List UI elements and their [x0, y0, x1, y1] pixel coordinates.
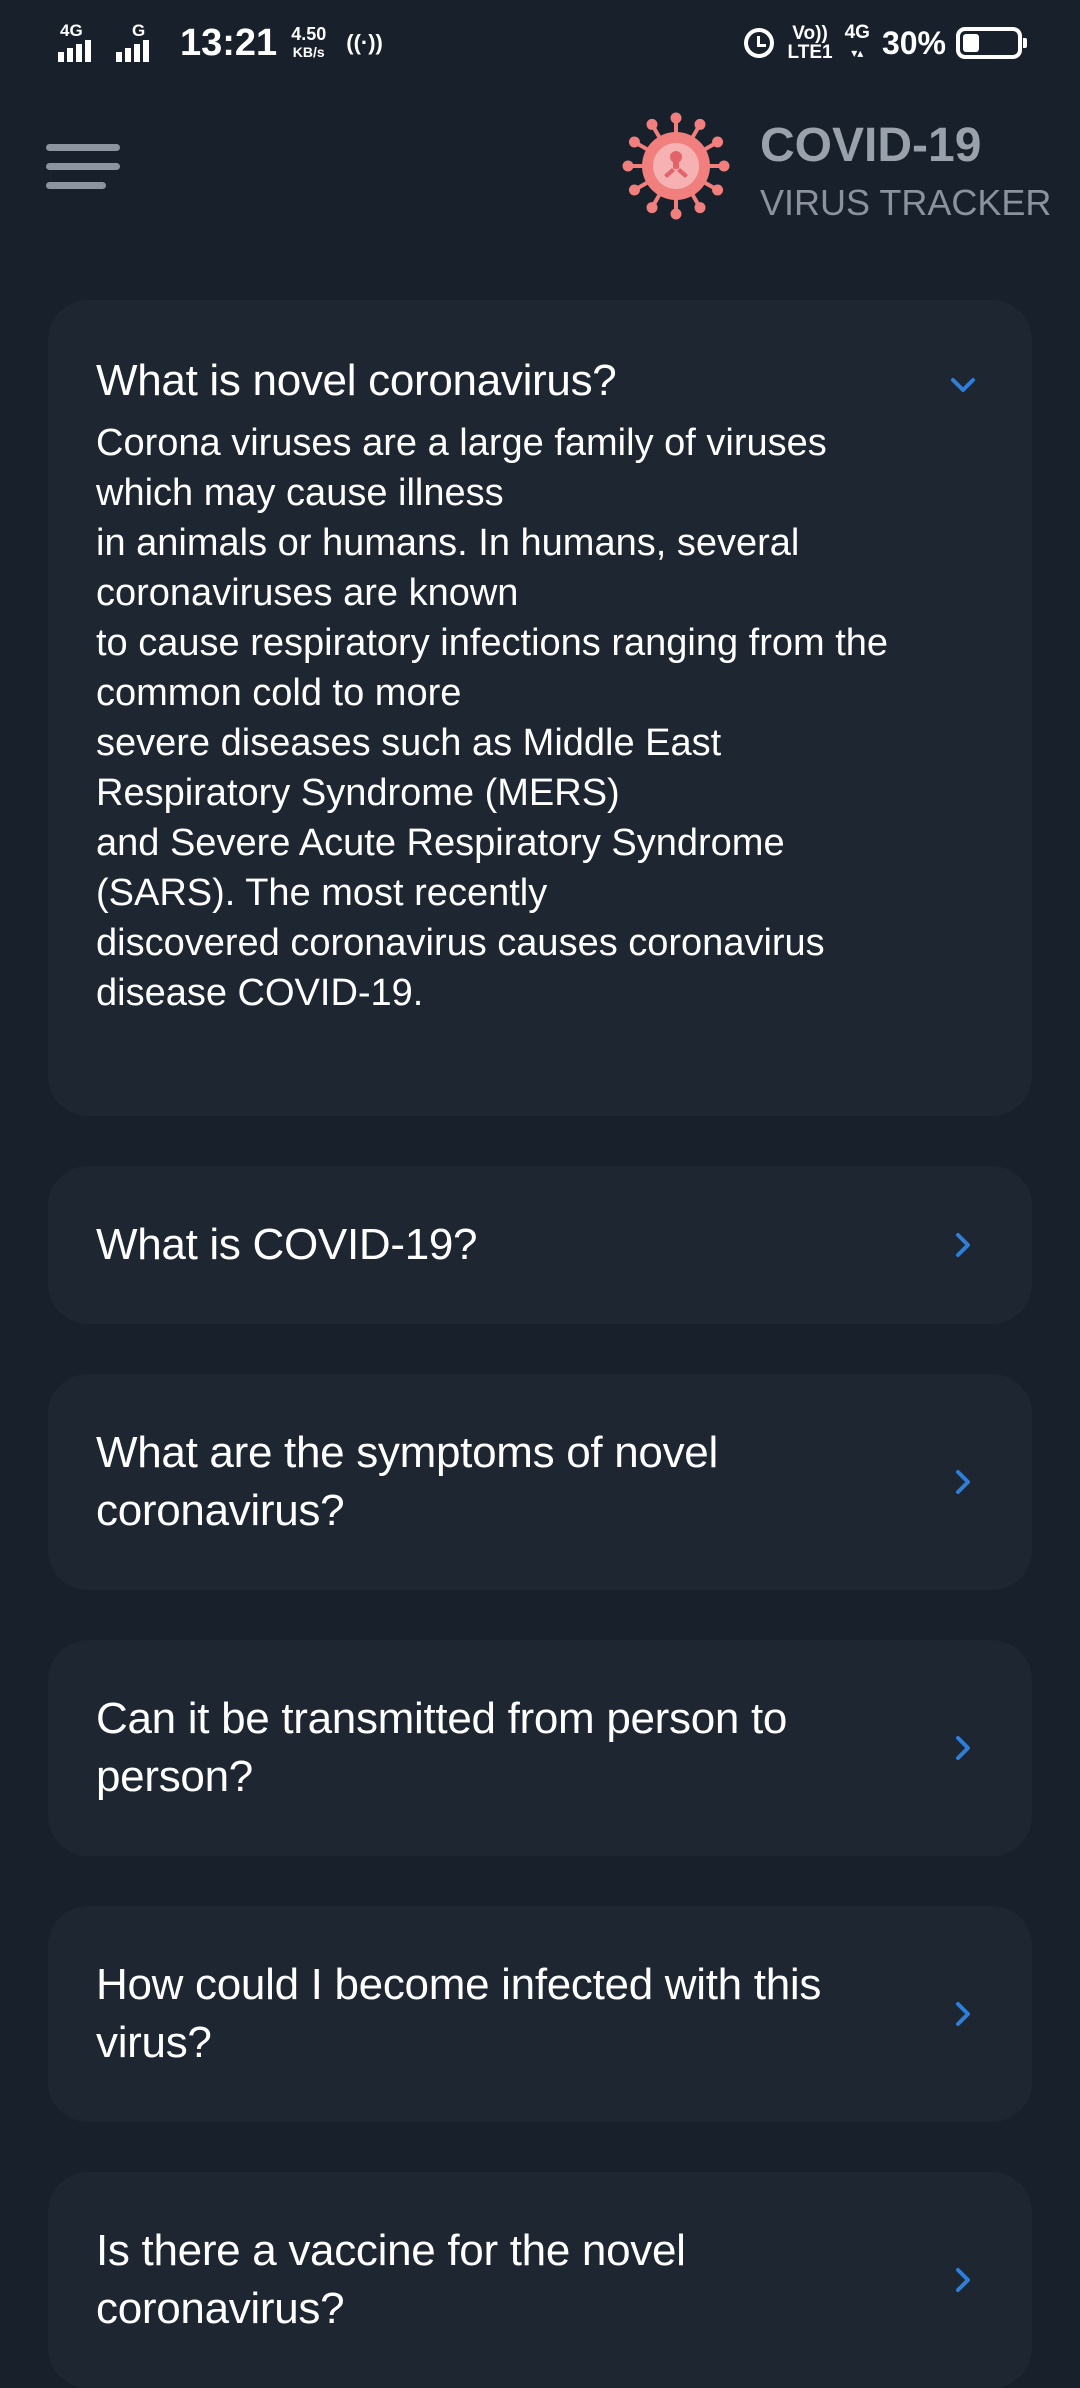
- sim2-signal-icon: G: [116, 20, 164, 66]
- virus-spike-tip: [628, 184, 640, 196]
- menu-line: [46, 182, 106, 189]
- faq-answer: Corona viruses are a large family of vir…: [96, 422, 889, 1014]
- faq-card-symptoms[interactable]: What are the symptoms of novel coronavir…: [48, 1374, 1032, 1590]
- battery-icon: [956, 27, 1027, 59]
- volte-bottom: LTE1: [787, 42, 833, 63]
- chevron-down-icon[interactable]: [950, 372, 976, 398]
- virus-spike-tip: [670, 208, 682, 220]
- virus-spike-tip: [628, 136, 640, 148]
- virus-spike-tip: [646, 202, 658, 214]
- data-network-type: 4G: [844, 22, 870, 43]
- faq-card-vaccine[interactable]: Is there a vaccine for the novel coronav…: [48, 2172, 1032, 2388]
- virus-spike-tip: [622, 160, 634, 172]
- network-speed: 4.50 KB/s: [291, 25, 326, 61]
- faq-card-novel-coronavirus[interactable]: What is novel coronavirus? Corona viruse…: [48, 300, 1032, 1116]
- battery-percent: 30%: [881, 24, 946, 61]
- faq-card-what-is-covid-19[interactable]: What is COVID-19?: [48, 1166, 1032, 1324]
- status-bar-left: 4G G 13:21 4.50 KB/s ((·)): [58, 18, 383, 68]
- menu-line: [46, 163, 120, 170]
- volte-indicator: Vo)) LTE1: [788, 24, 833, 62]
- chevron-right-icon[interactable]: [950, 1232, 976, 1258]
- faq-question: Is there a vaccine for the novel coronav…: [96, 2226, 686, 2333]
- sim1-network-type: 4G: [60, 21, 83, 40]
- chevron-right-icon[interactable]: [950, 1469, 976, 1495]
- virus-spike-tip: [694, 118, 706, 130]
- faq-card-infection[interactable]: How could I become infected with this vi…: [48, 1906, 1032, 2122]
- faq-question: What is novel coronavirus?: [96, 356, 617, 405]
- hamburger-menu-button[interactable]: [46, 140, 122, 196]
- virus-spike-tip: [712, 136, 724, 148]
- faq-question: What are the symptoms of novel coronavir…: [96, 1428, 718, 1535]
- chevron-right-icon[interactable]: [950, 2001, 976, 2027]
- virus-icon: [622, 112, 730, 220]
- chevron-right-icon[interactable]: [950, 1735, 976, 1761]
- sim2-network-type: G: [132, 21, 146, 40]
- faq-card-transmission[interactable]: Can it be transmitted from person to per…: [48, 1640, 1032, 1856]
- virus-spike-tip: [646, 118, 658, 130]
- menu-line: [46, 144, 120, 151]
- sim1-signal-icon: 4G: [58, 20, 106, 66]
- status-bar: 4G G 13:21 4.50 KB/s ((·)) Vo)) LTE1 4G …: [0, 0, 1080, 86]
- network-speed-value: 4.50: [291, 24, 327, 44]
- status-bar-right: Vo)) LTE1 4G ▾▴ 30%: [743, 18, 1027, 68]
- network-speed-unit: KB/s: [292, 44, 325, 60]
- app-title: COVID-19: [760, 119, 982, 172]
- volte-top: Vo)): [792, 23, 828, 44]
- faq-question: What is COVID-19?: [96, 1220, 478, 1269]
- faq-question: How could I become infected with this vi…: [96, 1960, 822, 2067]
- alarm-icon: [743, 28, 774, 58]
- data-network-icon: 4G ▾▴: [844, 22, 870, 60]
- battery-fill: [963, 34, 979, 52]
- virus-spike-tip: [712, 184, 724, 196]
- status-time: 13:21: [180, 22, 278, 64]
- chevron-right-icon[interactable]: [950, 2267, 976, 2293]
- virus-spike-tip: [694, 202, 706, 214]
- faq-question: Can it be transmitted from person to per…: [96, 1694, 788, 1801]
- app-subtitle: VIRUS TRACKER: [760, 182, 1052, 223]
- hotspot-icon: ((·)): [346, 30, 383, 55]
- virus-spike-tip: [670, 112, 682, 124]
- virus-spike-tip: [718, 160, 730, 172]
